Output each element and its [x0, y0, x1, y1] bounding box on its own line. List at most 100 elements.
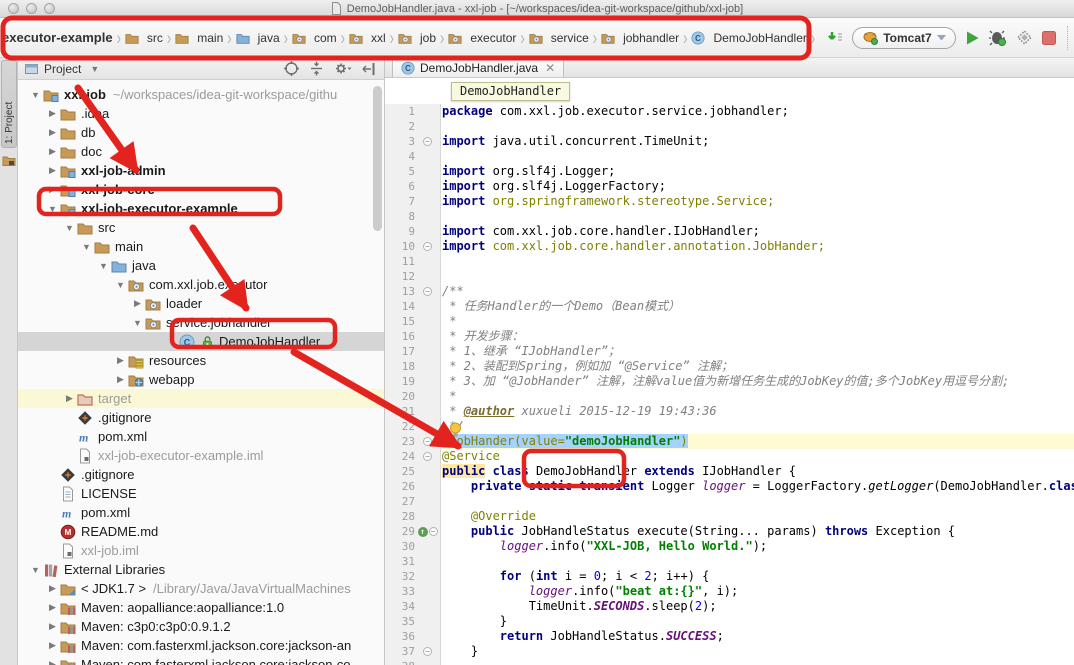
- fold-marker-icon[interactable]: −: [423, 137, 432, 146]
- tree-item-com-xxl-job-executor[interactable]: ▼com.xxl.job.executor: [18, 275, 384, 294]
- code-line-13[interactable]: /**: [442, 284, 1074, 299]
- maximize-window-icon[interactable]: [44, 3, 55, 14]
- minimize-window-icon[interactable]: [26, 3, 37, 14]
- tree-item-db[interactable]: ▶db: [18, 123, 384, 142]
- fold-marker-icon[interactable]: −: [423, 437, 432, 446]
- code-line-21[interactable]: * @author xuxueli 2015-12-19 19:43:36: [442, 404, 1074, 419]
- tree-item-xxl-job-executor-example-iml[interactable]: xxl-job-executor-example.iml: [18, 446, 384, 465]
- code-line-19[interactable]: * 3、加 “@JobHander” 注解，注解value值为新增任务生成的Jo…: [442, 374, 1074, 389]
- chevron-right-icon[interactable]: ▶: [64, 393, 75, 404]
- chevron-right-icon[interactable]: ▶: [47, 184, 58, 195]
- code-line-36[interactable]: return JobHandleStatus.SUCCESS;: [442, 629, 1074, 644]
- code-line-22[interactable]: */: [442, 419, 1074, 434]
- fold-marker-icon[interactable]: −: [423, 647, 432, 656]
- chevron-right-icon[interactable]: ▶: [132, 298, 143, 309]
- chevron-right-icon[interactable]: ▶: [47, 127, 58, 138]
- tab-demojobhandler[interactable]: C DemoJobHandler.java ✕: [392, 58, 564, 77]
- code-line-32[interactable]: for (int i = 0; i < 2; i++) {: [442, 569, 1074, 584]
- chevron-down-icon[interactable]: ▼: [47, 204, 58, 214]
- settings-gear-icon[interactable]: [334, 61, 352, 76]
- code-line-28[interactable]: @Override: [442, 509, 1074, 524]
- code-line-30[interactable]: logger.info("XXL-JOB, Hello World.");: [442, 539, 1074, 554]
- chevron-down-icon[interactable]: ▼: [30, 90, 41, 100]
- code-line-23[interactable]: @JobHander(value="demoJobHandler"): [442, 434, 1074, 449]
- code-line-7[interactable]: import org.springframework.stereotype.Se…: [442, 194, 1074, 209]
- tree-item-maven-com-fasterxml-jackson-core-jackson-an[interactable]: ▶Maven: com.fasterxml.jackson.core:jacks…: [18, 636, 384, 655]
- code-line-15[interactable]: *: [442, 314, 1074, 329]
- fold-marker-icon[interactable]: −: [423, 287, 432, 296]
- chevron-down-icon[interactable]: ▼: [90, 64, 99, 74]
- chevron-right-icon[interactable]: ▶: [115, 374, 126, 385]
- navigate-down-icon[interactable]: [827, 30, 843, 46]
- code-line-18[interactable]: * 2、装配到Spring，例如加 “@Service” 注解；: [442, 359, 1074, 374]
- code-line-9[interactable]: import com.xxl.job.core.handler.IJobHand…: [442, 224, 1074, 239]
- code-line-17[interactable]: * 1、继承 “IJobHandler”；: [442, 344, 1074, 359]
- project-panel-title[interactable]: Project: [44, 62, 81, 76]
- code-line-20[interactable]: *: [442, 389, 1074, 404]
- chevron-right-icon[interactable]: ▶: [47, 640, 58, 651]
- tree-item-xxl-job-iml[interactable]: xxl-job.iml: [18, 541, 384, 560]
- chevron-down-icon[interactable]: ▼: [64, 223, 75, 233]
- code-line-33[interactable]: logger.info("beat at:{}", i);: [442, 584, 1074, 599]
- code-line-10[interactable]: import com.xxl.job.core.handler.annotati…: [442, 239, 1074, 254]
- breadcrumb-item-main[interactable]: main: [175, 31, 223, 45]
- chevron-down-icon[interactable]: ▼: [30, 565, 41, 575]
- chevron-right-icon[interactable]: ▶: [47, 108, 58, 119]
- code-line-4[interactable]: [442, 149, 1074, 164]
- tree-item-doc[interactable]: ▶doc: [18, 142, 384, 161]
- breadcrumb-item-java[interactable]: java: [236, 31, 280, 45]
- close-tab-icon[interactable]: ✕: [545, 61, 555, 75]
- tree-item-maven-c3p0-c3p0-0-9-1-2[interactable]: ▶Maven: c3p0:c3p0:0.9.1.2: [18, 617, 384, 636]
- breadcrumb-item-executor[interactable]: executor: [448, 31, 516, 45]
- run-button[interactable]: [965, 30, 980, 46]
- breadcrumb-class[interactable]: DemoJobHandler: [451, 82, 570, 101]
- breadcrumb-item-xxl[interactable]: xxl: [349, 31, 386, 45]
- breadcrumb-item-executor-example[interactable]: executor-example: [2, 30, 113, 45]
- chevron-right-icon[interactable]: ▶: [47, 659, 58, 665]
- code-line-31[interactable]: [442, 554, 1074, 569]
- stop-button[interactable]: [1042, 31, 1056, 45]
- breadcrumb-item-com[interactable]: com: [292, 31, 337, 45]
- collapse-all-icon[interactable]: [309, 61, 324, 76]
- tree-item-service-jobhandler[interactable]: ▼service.jobhandler: [18, 313, 384, 332]
- tree-item-java[interactable]: ▼java: [18, 256, 384, 275]
- code-line-24[interactable]: @Service: [442, 449, 1074, 464]
- chevron-down-icon[interactable]: ▼: [132, 318, 143, 328]
- code-line-26[interactable]: private static transient Logger logger =…: [442, 479, 1074, 494]
- code-line-3[interactable]: import java.util.concurrent.TimeUnit;: [442, 134, 1074, 149]
- code-line-38[interactable]: [442, 659, 1074, 665]
- tree-item-main[interactable]: ▼main: [18, 237, 384, 256]
- chevron-down-icon[interactable]: ▼: [98, 261, 109, 271]
- tree-scrollbar[interactable]: [373, 86, 382, 231]
- tree-item-external-libraries[interactable]: ▼External Libraries: [18, 560, 384, 579]
- code-line-5[interactable]: import org.slf4j.Logger;: [442, 164, 1074, 179]
- tree-item-resources[interactable]: ▶resources: [18, 351, 384, 370]
- sidebar-tab-project[interactable]: 1: Project: [1, 60, 17, 148]
- chevron-right-icon[interactable]: ▶: [47, 165, 58, 176]
- tree-item-loader[interactable]: ▶loader: [18, 294, 384, 313]
- tree-item-xxl-job-core[interactable]: ▶xxl-job-core: [18, 180, 384, 199]
- tree-item--idea[interactable]: ▶.idea: [18, 104, 384, 123]
- code-line-25[interactable]: public class DemoJobHandler extends IJob…: [442, 464, 1074, 479]
- tree-item-src[interactable]: ▼src: [18, 218, 384, 237]
- chevron-right-icon[interactable]: ▶: [47, 146, 58, 157]
- hide-panel-icon[interactable]: [362, 62, 376, 76]
- code-line-34[interactable]: TimeUnit.SECONDS.sleep(2);: [442, 599, 1074, 614]
- tree-item-target[interactable]: ▶target: [18, 389, 384, 408]
- tree-item-webapp[interactable]: ▶webapp: [18, 370, 384, 389]
- tree-item-pom-xml[interactable]: mpom.xml: [18, 503, 384, 522]
- chevron-right-icon[interactable]: ▶: [47, 583, 58, 594]
- tree-item-xxl-job[interactable]: ▼xxl-job~/workspaces/idea-git-workspace/…: [18, 85, 384, 104]
- breadcrumb-item-src[interactable]: src: [125, 31, 163, 45]
- code-line-27[interactable]: [442, 494, 1074, 509]
- breadcrumb-item-service[interactable]: service: [529, 31, 589, 45]
- breadcrumb-item-jobhandler[interactable]: jobhandler: [601, 31, 679, 45]
- breadcrumb-item-demojobhandler[interactable]: CDemoJobHandler: [691, 31, 806, 45]
- tree-item--gitignore[interactable]: .gitignore: [18, 408, 384, 427]
- code-line-16[interactable]: * 开发步骤：: [442, 329, 1074, 344]
- tree-item-maven-aopalliance-aopalliance-1-0[interactable]: ▶Maven: aopalliance:aopalliance:1.0: [18, 598, 384, 617]
- code-line-35[interactable]: }: [442, 614, 1074, 629]
- chevron-right-icon[interactable]: ▶: [47, 602, 58, 613]
- tree-item--gitignore[interactable]: .gitignore: [18, 465, 384, 484]
- run-configuration-select[interactable]: Tomcat7: [852, 27, 955, 49]
